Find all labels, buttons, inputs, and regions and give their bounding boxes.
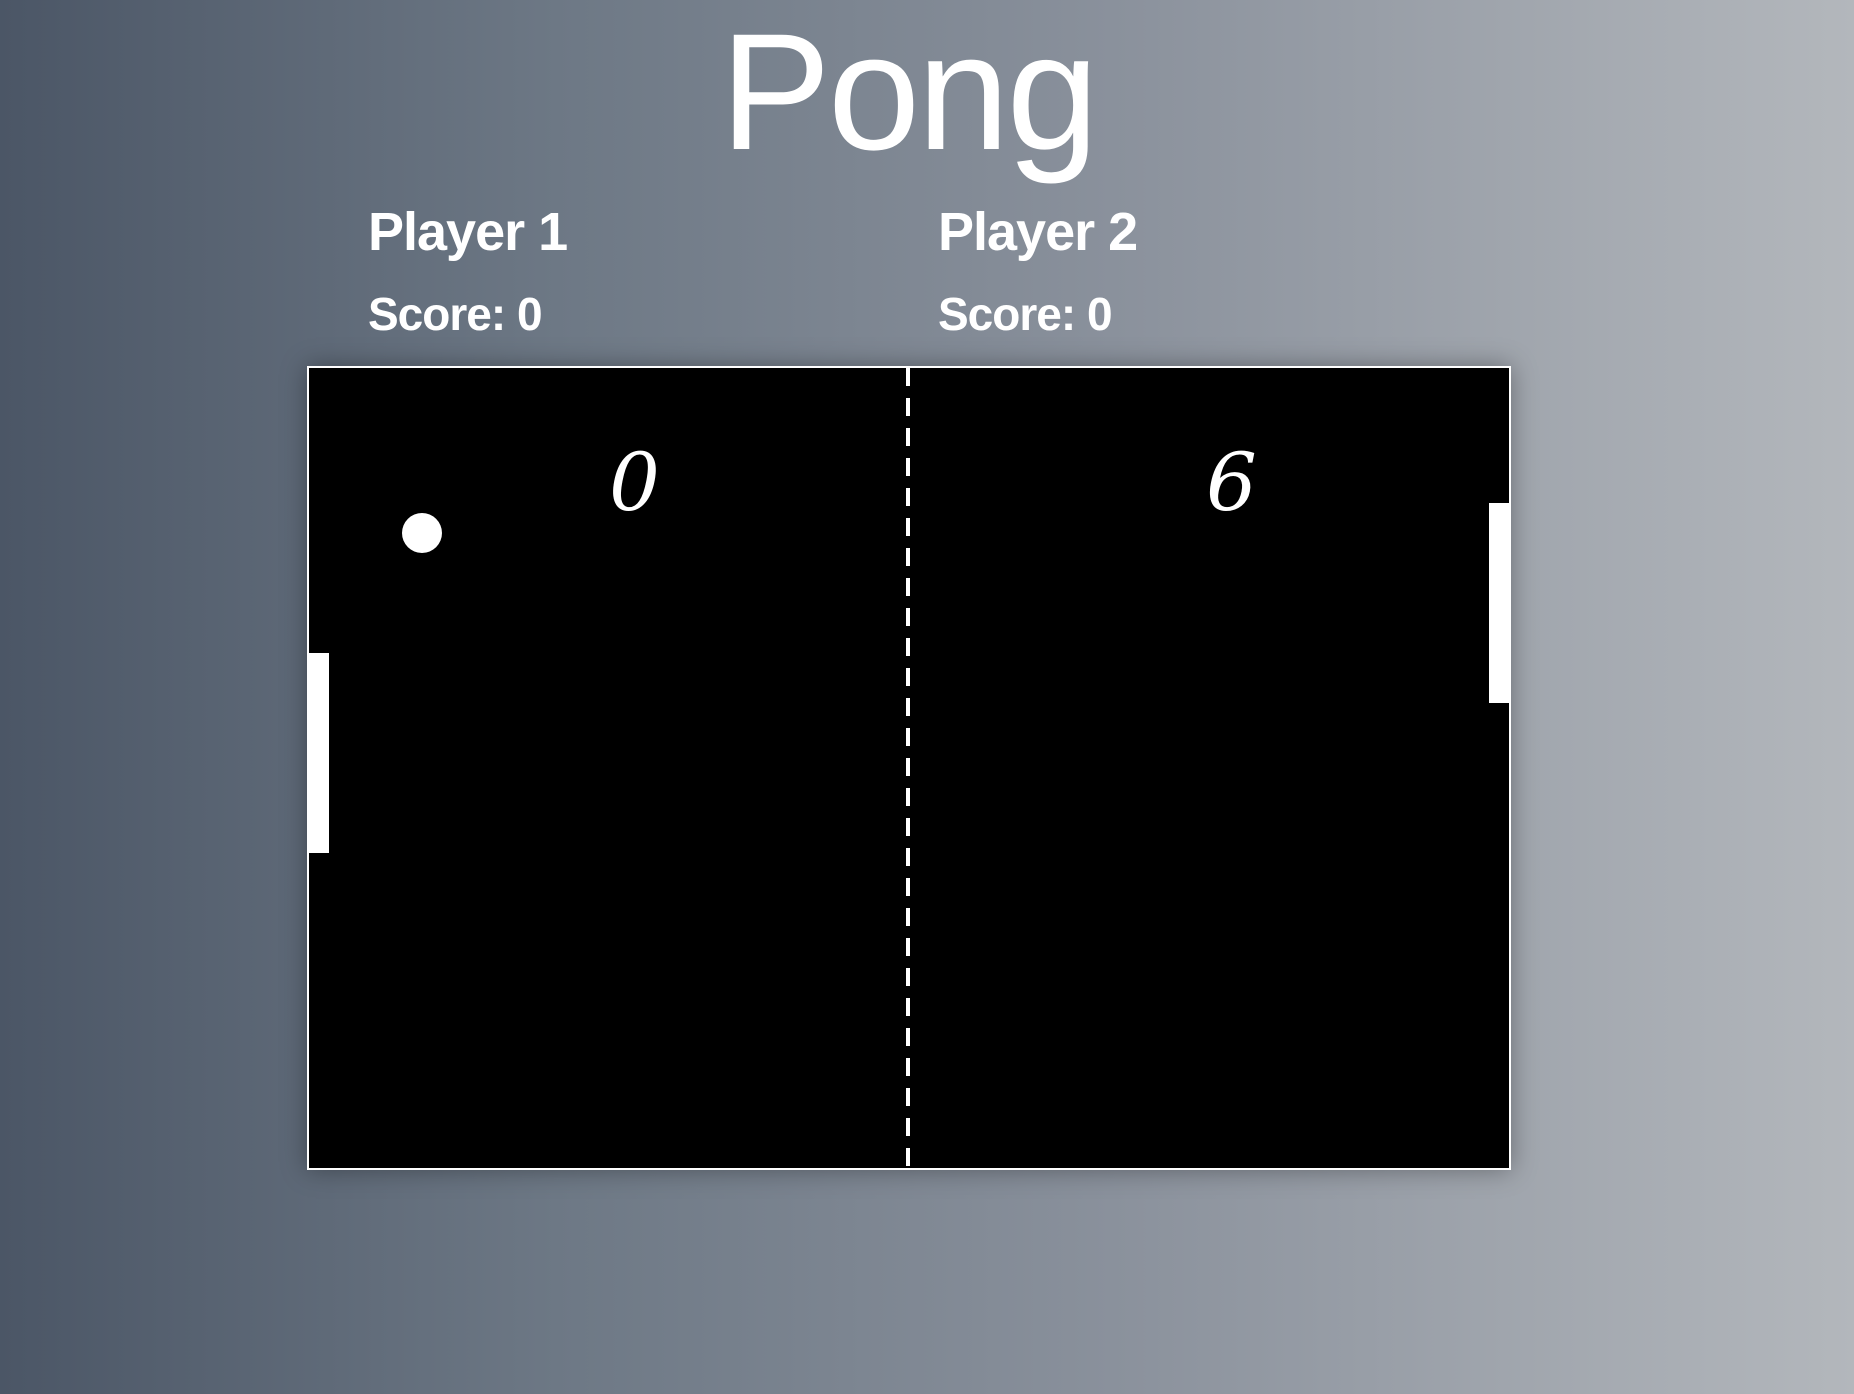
court-score-right: 6 xyxy=(1206,436,1257,529)
player-2-score: Score: 0 xyxy=(938,288,1113,340)
court-score-left: 0 xyxy=(609,436,660,529)
ball xyxy=(402,513,442,553)
player-1-panel: Player 1 Score: 0 xyxy=(368,202,568,340)
center-net-line xyxy=(906,368,910,1168)
player-1-name: Player 1 xyxy=(368,202,568,262)
player-2-panel: Player 2 Score: 0 xyxy=(938,202,1138,340)
right-paddle xyxy=(1489,503,1509,703)
game-canvas[interactable]: 0 6 xyxy=(307,366,1511,1170)
player-1-score: Score: 0 xyxy=(368,288,543,340)
left-paddle xyxy=(309,653,329,853)
page-title: Pong xyxy=(720,0,1099,185)
player-2-name: Player 2 xyxy=(938,202,1138,262)
